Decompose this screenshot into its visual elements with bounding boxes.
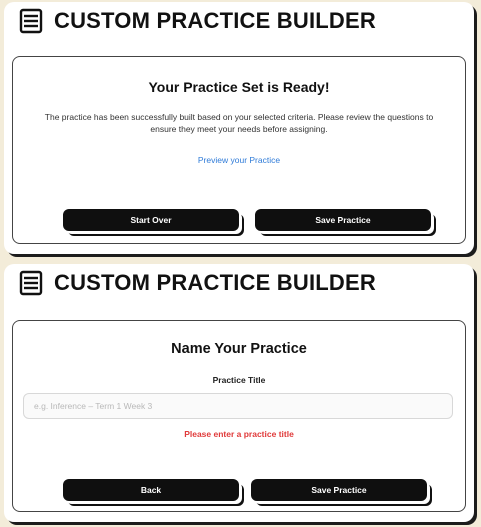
ready-card: Your Practice Set is Ready! The practice…: [12, 56, 466, 244]
practice-title-label: Practice Title: [212, 375, 266, 385]
page-title: CUSTOM PRACTICE BUILDER: [54, 270, 376, 295]
name-panel: CUSTOM PRACTICE BUILDER Name Your Practi…: [4, 264, 474, 522]
header: CUSTOM PRACTICE BUILDER: [18, 270, 376, 296]
header: CUSTOM PRACTICE BUILDER: [18, 8, 376, 34]
card-title: Your Practice Set is Ready!: [148, 79, 330, 95]
error-message: Please enter a practice title: [184, 429, 294, 439]
preview-practice-link[interactable]: Preview your Practice: [13, 155, 465, 165]
list-icon: [19, 270, 43, 296]
save-practice-button[interactable]: Save Practice: [255, 209, 431, 231]
start-over-button[interactable]: Start Over: [63, 209, 239, 231]
back-button[interactable]: Back: [63, 479, 239, 501]
ready-panel: CUSTOM PRACTICE BUILDER Your Practice Se…: [4, 2, 474, 254]
name-card: Name Your Practice Practice Title Please…: [12, 320, 466, 512]
page-title: CUSTOM PRACTICE BUILDER: [54, 8, 376, 33]
practice-title-input[interactable]: [23, 393, 453, 419]
success-description: The practice has been successfully built…: [44, 112, 434, 134]
card-title: Name Your Practice: [171, 341, 307, 357]
save-practice-button[interactable]: Save Practice: [251, 479, 427, 501]
list-icon: [19, 8, 43, 34]
